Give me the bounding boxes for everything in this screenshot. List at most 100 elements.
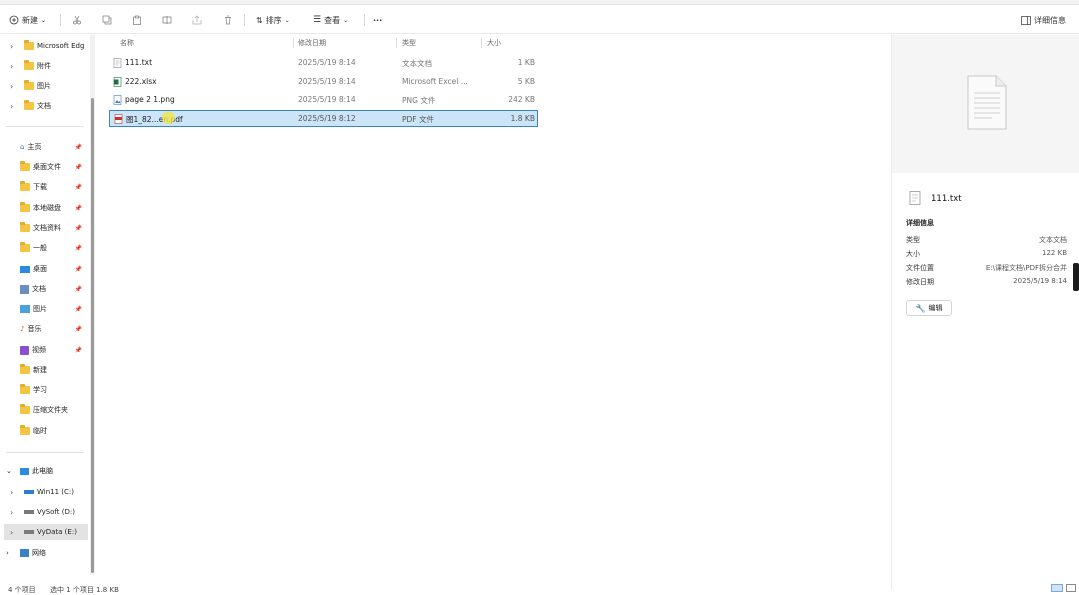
drive-item[interactable]: › VySoft (D:) bbox=[10, 504, 88, 520]
pin-icon: 📌 bbox=[74, 163, 82, 171]
file-date: 2025/5/19 8:14 bbox=[298, 58, 356, 67]
nav-folder-item[interactable]: › 文档 bbox=[10, 98, 88, 114]
quick-access-item[interactable]: 桌面 📌 bbox=[20, 261, 88, 277]
videos-icon bbox=[20, 345, 29, 355]
quick-access-item[interactable]: ⌂ 主页 📌 bbox=[20, 139, 88, 155]
sort-label: 排序 bbox=[265, 15, 282, 25]
details-prop-value: 文本文档 bbox=[1039, 236, 1067, 244]
quick-access-label: 音乐 bbox=[27, 325, 42, 333]
sort-button[interactable]: ⇅ 排序 ⌄ bbox=[256, 12, 290, 28]
tiles-view-toggle[interactable] bbox=[1066, 584, 1076, 592]
network-icon bbox=[20, 549, 29, 557]
windows-drive-icon bbox=[24, 490, 34, 494]
quick-access-label: 临时 bbox=[33, 427, 47, 435]
file-type: PDF 文件 bbox=[402, 115, 434, 124]
copy-icon bbox=[102, 15, 112, 25]
quick-access-item[interactable]: 学习 bbox=[20, 382, 88, 398]
drive-item[interactable]: › Win11 (C:) bbox=[10, 484, 88, 500]
file-size: 1 KB bbox=[517, 58, 535, 67]
chevron-right-icon: › bbox=[10, 527, 14, 537]
delete-button[interactable] bbox=[223, 12, 233, 28]
quick-access-item[interactable]: 文档资料 📌 bbox=[20, 220, 88, 236]
edit-button-label: 编辑 bbox=[928, 304, 943, 312]
network-item[interactable]: › 网络 bbox=[6, 545, 88, 561]
details-pane-button[interactable]: 详细信息 bbox=[1021, 12, 1066, 28]
details-view-toggle[interactable] bbox=[1051, 584, 1063, 592]
trash-icon bbox=[225, 15, 231, 25]
edit-button[interactable]: 🔧 编辑 bbox=[906, 300, 952, 316]
column-divider[interactable] bbox=[481, 38, 482, 48]
quick-access-item[interactable]: 一般 📌 bbox=[20, 240, 88, 256]
paste-button[interactable] bbox=[132, 12, 142, 28]
toolbar-divider bbox=[60, 14, 61, 26]
copy-button[interactable] bbox=[102, 12, 112, 28]
column-divider[interactable] bbox=[293, 38, 294, 48]
nav-scrollbar-thumb[interactable] bbox=[91, 98, 94, 573]
quick-access-item[interactable]: 桌面文件 📌 bbox=[20, 159, 88, 175]
quick-access-item[interactable]: 视频 📌 bbox=[20, 342, 88, 358]
column-header-name[interactable]: 名称 bbox=[120, 36, 134, 50]
document-preview-icon bbox=[967, 75, 1007, 130]
new-button[interactable]: 新建 ⌄ bbox=[9, 12, 46, 28]
pin-icon: 📌 bbox=[74, 305, 82, 313]
share-button[interactable] bbox=[192, 12, 202, 28]
details-section-title: 详细信息 bbox=[906, 219, 934, 227]
details-prop-value: 122 KB bbox=[1042, 249, 1067, 257]
nav-folder-label: 文档 bbox=[37, 102, 51, 110]
rename-button[interactable] bbox=[162, 12, 172, 28]
nav-folder-item[interactable]: › 图片 bbox=[10, 78, 88, 94]
nav-folder-item[interactable]: › 附件 bbox=[10, 58, 88, 74]
folder-icon bbox=[20, 364, 30, 374]
this-pc-item[interactable]: ⌄ 此电脑 bbox=[6, 463, 88, 479]
resize-grip[interactable] bbox=[1073, 263, 1079, 291]
quick-access-item[interactable]: 图片 📌 bbox=[20, 301, 88, 317]
chevron-right-icon: › bbox=[10, 41, 14, 51]
quick-access-item[interactable]: 压缩文件夹 bbox=[20, 402, 88, 418]
file-row[interactable]: 222.xlsx 2025/5/19 8:14 Microsoft Excel … bbox=[109, 74, 538, 91]
share-icon bbox=[192, 15, 202, 25]
file-row[interactable]: 111.txt 2025/5/19 8:14 文本文档 1 KB bbox=[109, 55, 538, 72]
file-size: 1.8 KB bbox=[510, 114, 535, 123]
column-header-type[interactable]: 类型 bbox=[402, 36, 416, 50]
quick-access-item[interactable]: ♪ 音乐 📌 bbox=[20, 321, 88, 337]
file-row[interactable]: page 2 1.png 2025/5/19 8:14 PNG 文件 242 K… bbox=[109, 92, 538, 109]
more-options-button[interactable]: ··· bbox=[373, 12, 382, 28]
quick-access-label: 文档资料 bbox=[33, 224, 61, 232]
quick-access-item[interactable]: 文档 📌 bbox=[20, 281, 88, 297]
quick-access-item[interactable]: 新建 bbox=[20, 362, 88, 378]
pin-icon: 📌 bbox=[74, 285, 82, 293]
cut-button[interactable] bbox=[72, 12, 82, 28]
column-header-size[interactable]: 大小 bbox=[487, 36, 501, 50]
view-button[interactable]: ☰ 查看 ⌄ bbox=[313, 12, 348, 28]
nav-divider bbox=[6, 126, 84, 127]
quick-access-item[interactable]: 临时 bbox=[20, 423, 88, 439]
toolbar-divider bbox=[244, 14, 245, 26]
quick-access-label: 主页 bbox=[27, 143, 42, 151]
nav-folder-item[interactable]: › Microsoft Edg bbox=[10, 38, 88, 54]
details-file-name: 111.txt bbox=[931, 194, 962, 204]
quick-access-item[interactable]: 下载 📌 bbox=[20, 179, 88, 195]
sort-icon: ⇅ bbox=[256, 15, 263, 25]
file-name: 222.xlsx bbox=[125, 77, 157, 86]
chevron-right-icon: › bbox=[10, 101, 14, 111]
quick-access-item[interactable]: 本地磁盘 📌 bbox=[20, 200, 88, 216]
clipboard-icon bbox=[133, 15, 141, 25]
folder-icon bbox=[20, 161, 30, 171]
column-header-date[interactable]: 修改日期 bbox=[298, 36, 326, 50]
folder-icon bbox=[20, 202, 30, 212]
details-pane-icon bbox=[1021, 15, 1031, 25]
drive-item-selected[interactable]: › VyData (E:) bbox=[4, 524, 88, 540]
folder-icon bbox=[20, 242, 30, 252]
folder-icon bbox=[20, 404, 30, 414]
quick-access-label: 一般 bbox=[33, 244, 47, 252]
file-type: PNG 文件 bbox=[402, 96, 436, 105]
drive-label: Win11 (C:) bbox=[37, 488, 74, 496]
details-label: 详细信息 bbox=[1034, 15, 1066, 25]
new-label: 新建 bbox=[22, 15, 38, 25]
details-prop-value: 2025/5/19 8:14 bbox=[1013, 277, 1067, 285]
navigation-pane: › Microsoft Edg › 附件 › 图片 › 文档 ⌂ 主页 📌 桌面… bbox=[0, 35, 90, 575]
details-pane: 111.txt 详细信息 类型 文本文档 大小 122 KB 文件位置 E:\课… bbox=[891, 35, 1079, 590]
details-prop-label: 修改日期 bbox=[906, 278, 934, 286]
folder-icon bbox=[24, 60, 34, 70]
column-divider[interactable] bbox=[396, 38, 397, 48]
